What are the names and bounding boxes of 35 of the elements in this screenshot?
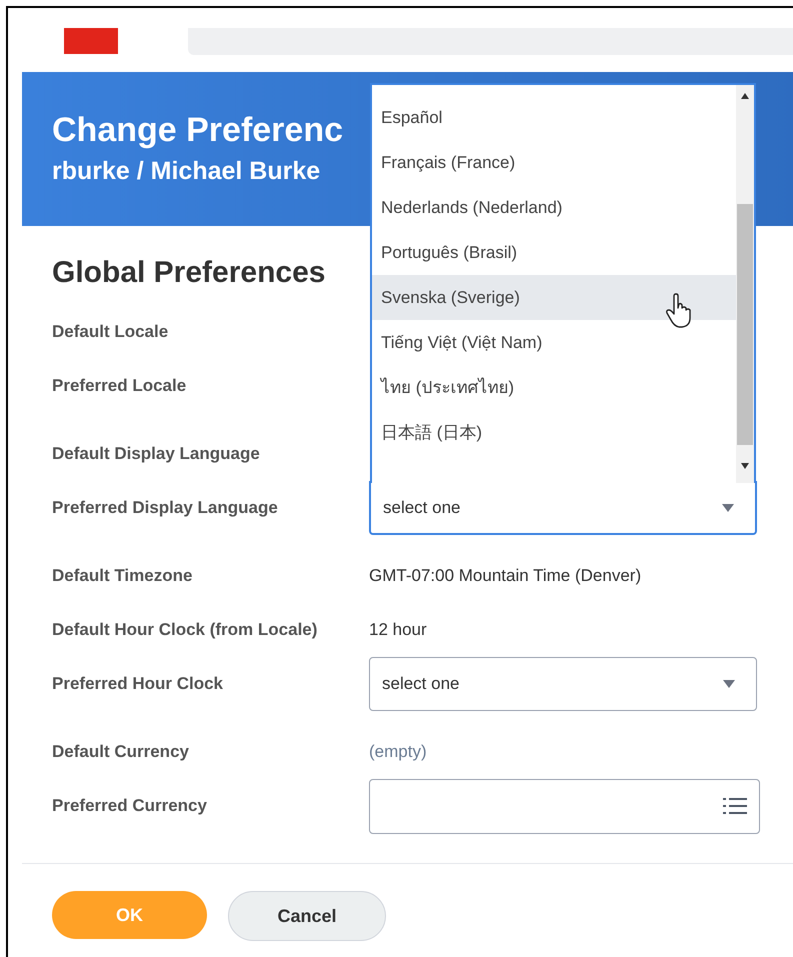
caret-icon — [722, 679, 736, 689]
field-label: Default Display Language — [52, 443, 261, 466]
dropdown-option[interactable]: Nederlands (Nederland) — [372, 185, 736, 230]
scrollbar[interactable] — [736, 85, 754, 483]
field-label: Preferred Locale — [52, 375, 188, 398]
select-field[interactable]: select one — [369, 481, 757, 535]
empty-value: (empty) — [369, 741, 427, 764]
page-title: Change Preferenc — [52, 110, 343, 151]
dropdown-option[interactable]: ไทย (ประเทศไทย) — [372, 365, 736, 410]
dropdown-option[interactable]: Français (France) — [372, 140, 736, 185]
select-field[interactable]: select one — [369, 657, 757, 711]
field-label: Preferred Display Language — [52, 497, 279, 520]
dropdown-option[interactable]: Português (Brasil) — [372, 230, 736, 275]
scroll-down-icon[interactable] — [741, 463, 749, 469]
dropdown-option[interactable]: Tiếng Việt (Việt Nam) — [372, 320, 736, 365]
dropdown-option[interactable]: 日本語 (日本) — [372, 410, 736, 455]
scroll-up-icon[interactable] — [741, 93, 749, 99]
cancel-button[interactable]: Cancel — [228, 891, 386, 941]
field-label: Preferred Hour Clock — [52, 673, 224, 696]
logo[interactable] — [64, 28, 118, 54]
section-title: Global Preferences — [52, 255, 326, 291]
field-value: 12 hour — [369, 619, 427, 642]
caret-icon — [721, 503, 735, 513]
scrollbar-thumb[interactable] — [737, 204, 753, 445]
list-icon — [723, 797, 747, 815]
field-label: Default Locale — [52, 321, 170, 344]
field-value: GMT-07:00 Mountain Time (Denver) — [369, 565, 642, 588]
field-label: Default Currency — [52, 741, 190, 764]
page-subtitle: rburke / Michael Burke — [52, 156, 320, 187]
field-label: Default Timezone — [52, 565, 194, 588]
prompt-field[interactable] — [369, 778, 760, 834]
dropdown-option[interactable]: Svenska (Sverige) — [372, 275, 736, 320]
field-label: Preferred Currency — [52, 795, 208, 818]
field-label: Default Hour Clock (from Locale) — [52, 619, 318, 642]
dropdown-option[interactable]: Español — [372, 95, 736, 140]
